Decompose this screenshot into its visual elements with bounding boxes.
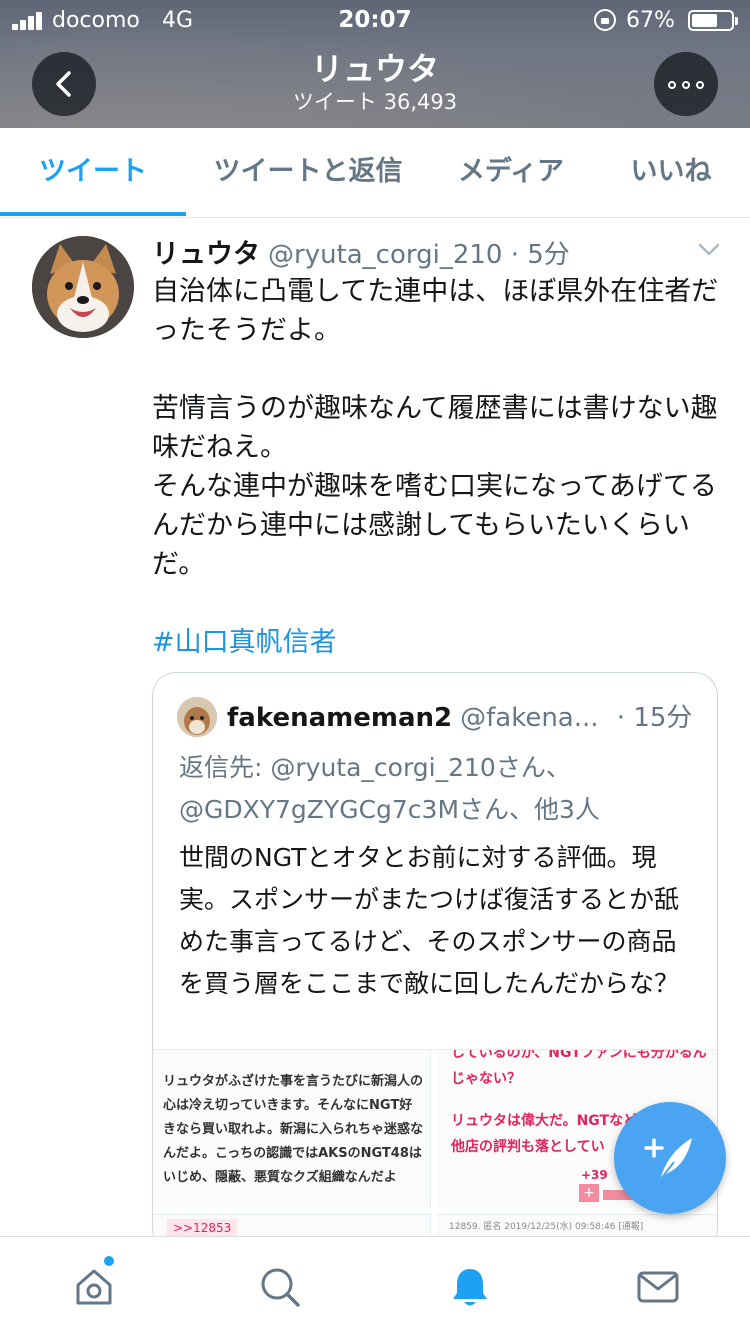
quoted-avatar-image xyxy=(177,697,217,737)
quoted-text: 世間のNGTとオタとお前に対する評価。現実。スポンサーがまたつけば復活するとか舐… xyxy=(179,843,680,998)
home-icon xyxy=(76,1269,112,1305)
quoted-handle: @fakena... xyxy=(460,703,599,733)
tab-likes[interactable]: いいね xyxy=(600,128,742,216)
tweet-hashtag[interactable]: #山口真帆信者 xyxy=(152,623,724,662)
tab-tweets-and-replies[interactable]: ツイートと返信 xyxy=(190,128,426,216)
quoted-avatar xyxy=(177,697,217,737)
battery-percent: 67% xyxy=(626,8,675,33)
profile-tabs: ツイート ツイートと返信 メディア いいね xyxy=(0,128,750,218)
compose-tweet-button[interactable] xyxy=(614,1102,726,1214)
nav-messages[interactable] xyxy=(636,1265,680,1309)
tweet-header: リュウタ @ryuta_corgi_210 · 5分 xyxy=(152,232,570,270)
messages-envelope-icon xyxy=(637,1271,679,1303)
profile-tweet-count: ツイート 36,493 xyxy=(292,90,458,114)
image-2-plus-count: +39 xyxy=(581,1168,608,1182)
tweet-paragraph-1: 自治体に凸電してた連中は、ほぼ県外在住者だったそうだよ。 xyxy=(152,276,719,346)
active-tab-indicator xyxy=(0,212,186,216)
notifications-bell-icon xyxy=(453,1269,487,1306)
quoted-image-1[interactable]: リュウタがふざけた事を言うたびに新潟人の心は冷え切っていきます。そんなにNGT好… xyxy=(153,1050,431,1208)
image-3-reply-tag: >>12853 xyxy=(167,1219,238,1237)
quoted-reply-to: 返信先: @ryuta_corgi_210さん、@GDXY7gZYGCg7c3M… xyxy=(179,753,600,824)
rotation-lock-icon xyxy=(594,9,616,31)
image-2-top-text: しているのか、NGTファンにも分かるんじゃない？ xyxy=(451,1050,707,1087)
nav-search[interactable] xyxy=(258,1265,302,1309)
tweet-handle-time: @ryuta_corgi_210 · 5分 xyxy=(268,240,570,270)
compose-tweet-icon xyxy=(644,1138,692,1181)
nav-notifications[interactable] xyxy=(448,1265,492,1309)
avatar[interactable] xyxy=(32,236,134,338)
image-4-meta: 12859. 匿名 2019/12/25(水) 09:58:46 [通報] xyxy=(449,1222,644,1232)
tweet-author-name[interactable]: リュウタ xyxy=(152,239,260,270)
tab-tweets[interactable]: ツイート xyxy=(0,128,186,216)
tab-media[interactable]: メディア xyxy=(436,128,586,216)
quoted-author-name: fakenameman2 xyxy=(227,703,453,733)
battery-fill xyxy=(692,14,717,27)
quoted-header: fakenameman2 @fakena... · 15分 xyxy=(227,701,692,735)
corgi-avatar-image xyxy=(32,236,134,338)
image-1-text: リュウタがふざけた事を言うたびに新潟人の心は冷え切っていきます。そんなにNGT好… xyxy=(163,1074,424,1185)
home-new-content-dot xyxy=(104,1256,114,1266)
profile-header: docomo 4G 20:07 67% リュウタ ツイート 36,493 xyxy=(0,0,750,128)
more-options-button[interactable] xyxy=(654,52,718,116)
status-bar: docomo 4G 20:07 67% xyxy=(0,0,750,40)
search-icon xyxy=(261,1268,300,1307)
profile-name: リュウタ xyxy=(310,50,439,88)
chevron-down-icon[interactable] xyxy=(697,240,721,260)
profile-title: リュウタ ツイート 36,493 xyxy=(0,50,750,116)
tweet-text: 自治体に凸電してた連中は、ほぼ県外在住者だったそうだよ。 苦情言うのが趣味なんて… xyxy=(152,272,724,662)
bottom-navigation xyxy=(0,1236,750,1334)
tweet-paragraph-2: 苦情言うのが趣味なんて履歴書には書けない趣味だねえ。 そんな連中が趣味を嗜む口実… xyxy=(152,393,718,580)
plus-icon: + xyxy=(579,1184,599,1202)
battery-icon xyxy=(688,10,738,31)
quoted-time: · 15分 xyxy=(616,703,693,733)
nav-home[interactable] xyxy=(72,1265,116,1309)
